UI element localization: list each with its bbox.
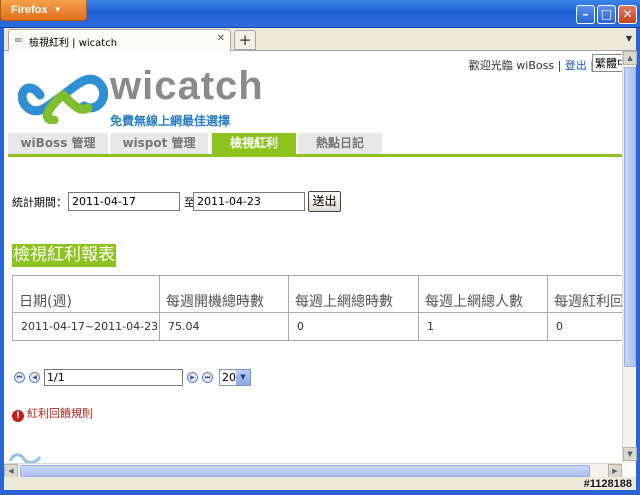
firefox-menu-button[interactable]: Firefox ▼ bbox=[0, 0, 87, 21]
nav-underline bbox=[8, 154, 622, 157]
scroll-up-icon[interactable]: ▲ bbox=[623, 51, 637, 65]
window-border-right bbox=[636, 28, 640, 490]
browser-tab-active[interactable]: ∞ 檢視紅利 | wicatch ✕ bbox=[8, 29, 231, 51]
main-nav: wiBoss 管理 wispot 管理 檢視紅利 熱點日記 bbox=[8, 131, 622, 157]
wicatch-logo-mark-icon bbox=[18, 74, 108, 124]
firefox-menu-label: Firefox bbox=[11, 4, 48, 16]
vertical-scrollbar[interactable]: ▲ ▼ bbox=[622, 51, 637, 463]
logout-link[interactable]: 登出 bbox=[565, 59, 587, 72]
page-size-value: 20 bbox=[222, 371, 236, 384]
report-title: 檢視紅利報表 bbox=[12, 244, 116, 267]
close-tab-icon[interactable]: ✕ bbox=[217, 33, 225, 44]
link-separator: | bbox=[557, 59, 562, 72]
start-date-input[interactable]: 2011-04-17 bbox=[68, 192, 180, 211]
col-header-usage-hours: 每週上網總時數 bbox=[289, 276, 419, 313]
new-tab-button[interactable]: + bbox=[234, 30, 256, 50]
table-cell-uptime: 75.04 bbox=[160, 313, 289, 341]
table-cell-date: 2011-04-17~2011-04-23 bbox=[13, 313, 160, 341]
vertical-scroll-thumb[interactable] bbox=[624, 67, 636, 367]
minimize-icon: – bbox=[582, 7, 589, 21]
tab-view-bonus[interactable]: 檢視紅利 bbox=[212, 133, 296, 154]
prev-page-icon[interactable]: ◀ bbox=[29, 372, 40, 383]
table-cell-users: 1 bbox=[419, 313, 548, 341]
tab-title: 檢視紅利 | wicatch bbox=[29, 38, 118, 49]
language-select[interactable]: 繁體中文 bbox=[592, 54, 622, 72]
page-number-input[interactable]: 1/1 bbox=[44, 369, 183, 386]
minimize-button[interactable]: – bbox=[576, 5, 595, 24]
tab-hotspot-diary[interactable]: 熱點日記 bbox=[298, 133, 382, 154]
wicatch-favicon-icon: ∞ bbox=[14, 35, 23, 46]
table-cell-bonus: 0 bbox=[556, 320, 563, 333]
brand-slogan: 免費無線上網最佳選擇 bbox=[110, 114, 231, 128]
status-bar bbox=[4, 477, 636, 490]
dropdown-arrow-icon: ▼ bbox=[53, 5, 62, 14]
chevron-down-icon: ▼ bbox=[236, 370, 250, 385]
first-page-icon[interactable]: ⏮ bbox=[14, 372, 25, 383]
wicatch-logo[interactable]: wicatch 免費無線上網最佳選擇 bbox=[18, 64, 272, 128]
col-header-uptime: 每週開機總時數 bbox=[160, 276, 289, 313]
maximize-button[interactable]: □ bbox=[597, 5, 616, 24]
col-header-date: 日期(週) bbox=[13, 276, 160, 313]
bonus-report-table: 日期(週) 每週開機總時數 每週上網總時數 每週上網總人數 每週紅利回 2011… bbox=[12, 275, 622, 341]
footer-logo bbox=[6, 451, 46, 463]
last-page-icon[interactable]: ⏭ bbox=[202, 372, 213, 383]
submit-button[interactable]: 送出 bbox=[308, 191, 341, 212]
col-header-users: 每週上網總人數 bbox=[419, 276, 548, 313]
browser-tabstrip: ∞ 檢視紅利 | wicatch ✕ + ▼ bbox=[4, 28, 636, 51]
end-date-input[interactable]: 2011-04-23 bbox=[193, 192, 305, 211]
close-window-button[interactable]: ✕ bbox=[618, 5, 637, 24]
period-label: 統計期間： bbox=[12, 196, 67, 209]
image-watermark: #1128188 bbox=[583, 478, 632, 490]
maximize-icon: □ bbox=[600, 7, 613, 21]
horizontal-scrollbar[interactable]: ◀ ▶ bbox=[4, 463, 622, 478]
tab-wispot-manage[interactable]: wispot 管理 bbox=[110, 133, 208, 154]
scroll-right-icon[interactable]: ▶ bbox=[608, 464, 622, 478]
bonus-rules-label: 紅利回饋規則 bbox=[27, 407, 93, 420]
list-all-tabs-icon[interactable]: ▼ bbox=[626, 34, 632, 43]
bonus-rules-link[interactable]: ! 紅利回饋規則 bbox=[12, 405, 93, 422]
close-icon: ✕ bbox=[622, 7, 633, 21]
window-border-bottom bbox=[0, 490, 640, 495]
scroll-left-icon[interactable]: ◀ bbox=[4, 464, 18, 478]
scroll-down-icon[interactable]: ▼ bbox=[623, 447, 637, 461]
user-links: 歡迎光臨 wiBoss | 登出 | bbox=[469, 57, 594, 73]
col-header-bonus: 每週紅利回 bbox=[548, 276, 622, 313]
footer-logo-mark-icon bbox=[8, 453, 42, 463]
page-viewport: wicatch 免費無線上網最佳選擇 歡迎光臨 wiBoss | 登出 | 繁體… bbox=[4, 51, 622, 463]
tab-wiboss-manage[interactable]: wiBoss 管理 bbox=[8, 133, 108, 154]
welcome-text: 歡迎光臨 wiBoss bbox=[468, 59, 555, 72]
page-size-select[interactable]: 20 ▼ bbox=[219, 369, 251, 386]
next-page-icon[interactable]: ▶ bbox=[187, 372, 198, 383]
horizontal-scroll-thumb[interactable] bbox=[20, 465, 590, 477]
table-cell-usage-hours: 0 bbox=[289, 313, 419, 341]
brand-wordmark: wicatch bbox=[110, 64, 264, 108]
alert-icon: ! bbox=[12, 410, 24, 422]
window-titlebar: Firefox ▼ – □ ✕ bbox=[0, 0, 640, 28]
